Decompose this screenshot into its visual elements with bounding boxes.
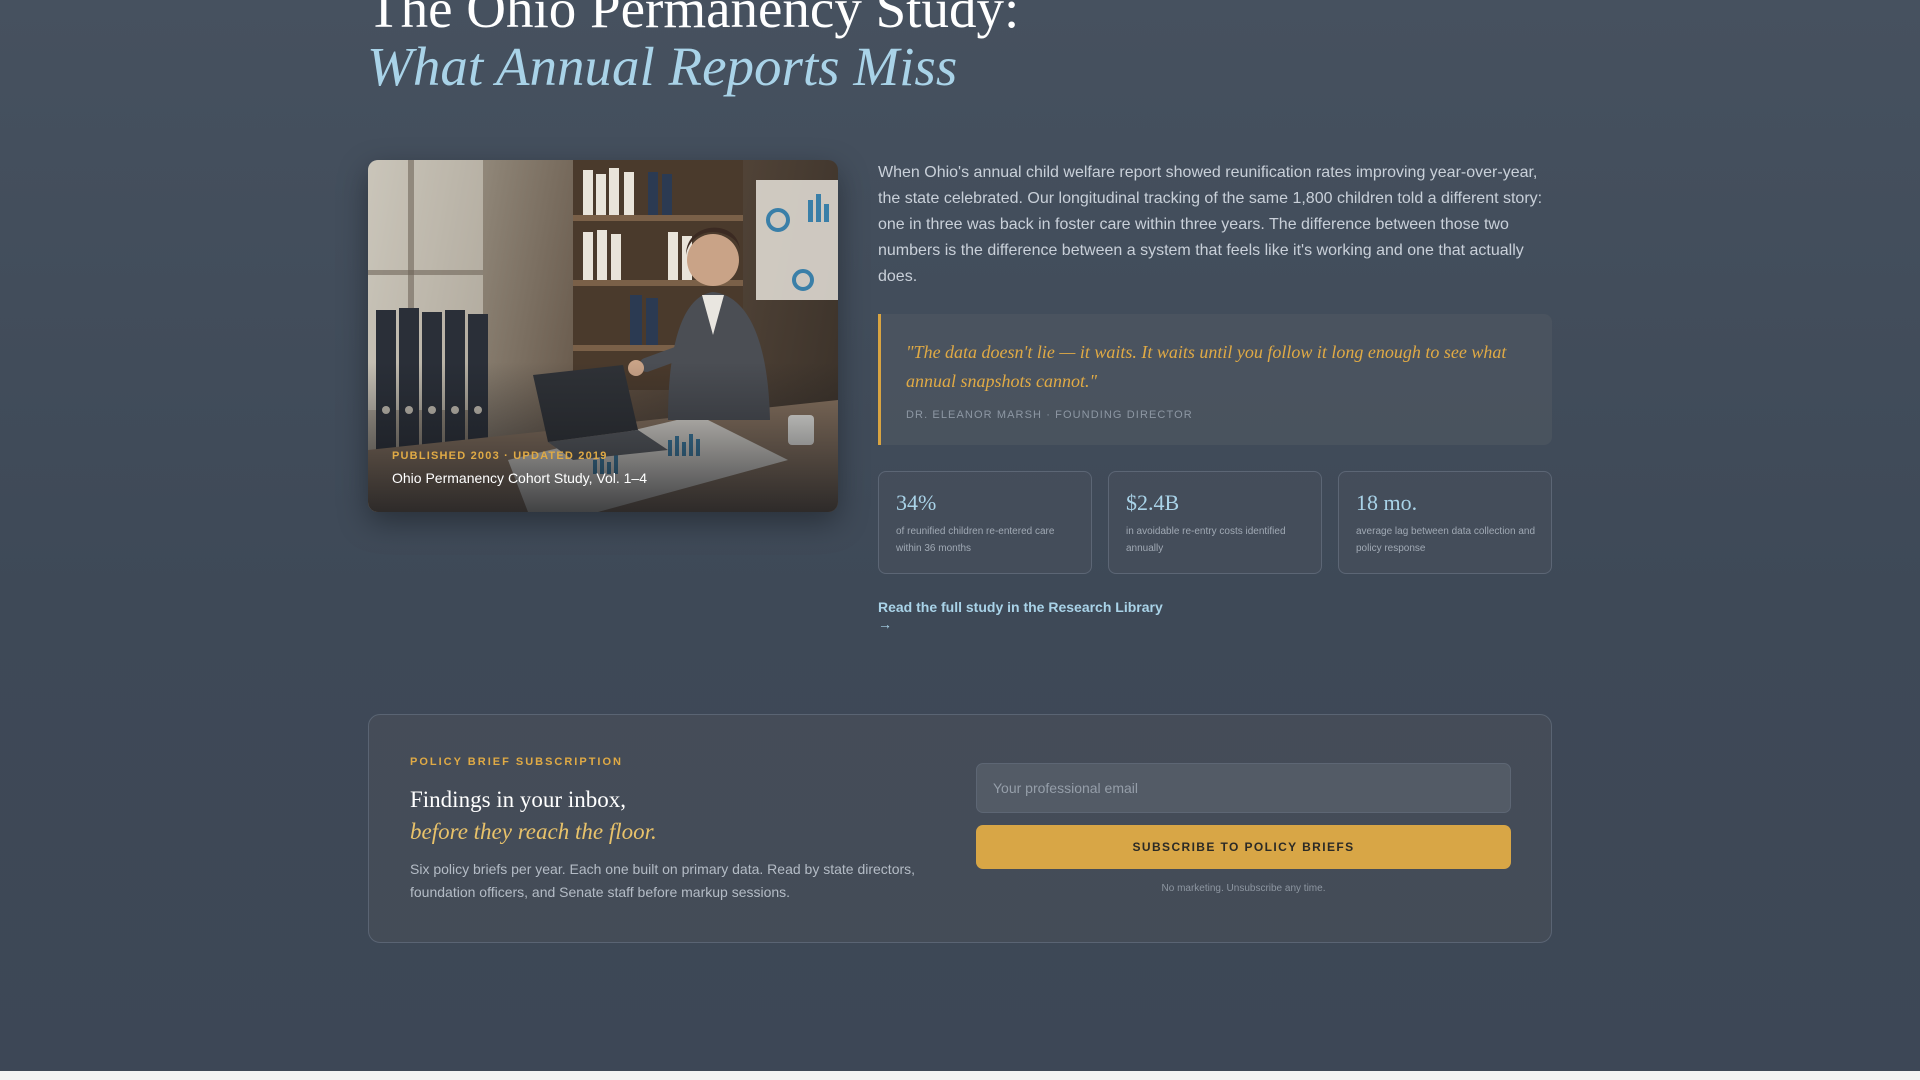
stat-label: in avoidable re-entry costs identified a…: [1126, 526, 1286, 554]
study-photo: PUBLISHED 2003 · UPDATED 2019 Ohio Perma…: [368, 160, 838, 512]
stat-value: 34%: [896, 490, 937, 515]
stat-label: of reunified children re-entered care wi…: [896, 526, 1055, 554]
subscription-description: Six policy briefs per year. Each one bui…: [410, 861, 916, 900]
stat-card-reentry-rate: 34% of reunified children re-entered car…: [878, 471, 1092, 574]
research-library-link[interactable]: Read the full study in the Research Libr…: [878, 599, 1163, 615]
stat-label: average lag between data collection and …: [1356, 526, 1536, 554]
arrow-right-icon[interactable]: →: [878, 616, 892, 632]
page-subtitle: What Annual Reports Miss: [367, 36, 958, 97]
subscribe-button[interactable]: SUBSCRIBE TO POLICY BRIEFS: [976, 825, 1511, 869]
quote-text: "The data doesn't lie — it waits. It wai…: [906, 342, 1507, 391]
subscription-card: POLICY BRIEF SUBSCRIPTION Findings in yo…: [368, 714, 1552, 943]
pull-quote: "The data doesn't lie — it waits. It wai…: [878, 314, 1552, 445]
stat-card-reentry-costs: $2.4B in avoidable re-entry costs identi…: [1108, 471, 1322, 574]
quote-attribution: DR. ELEANOR MARSH · FOUNDING DIRECTOR: [906, 409, 1193, 421]
stat-card-policy-lag: 18 mo. average lag between data collecti…: [1338, 471, 1552, 574]
intro-paragraph: When Ohio's annual child welfare report …: [878, 164, 1543, 285]
subscription-note: No marketing. Unsubscribe any time.: [1161, 883, 1326, 894]
image-gradient-overlay: [368, 362, 838, 512]
subscription-eyebrow: POLICY BRIEF SUBSCRIPTION: [410, 756, 623, 768]
image-publication-meta: PUBLISHED 2003 · UPDATED 2019: [392, 450, 608, 462]
page-bottom-edge: [0, 1071, 1920, 1080]
subscription-heading: Findings in your inbox,: [410, 787, 626, 812]
stat-value: $2.4B: [1126, 490, 1180, 515]
stat-value: 18 mo.: [1356, 490, 1418, 515]
image-caption: Ohio Permanency Cohort Study, Vol. 1–4: [392, 470, 647, 486]
subscription-heading-italic: before they reach the floor.: [410, 819, 657, 844]
email-field[interactable]: [976, 763, 1511, 813]
page-title: The Ohio Permanency Study:: [367, 0, 1020, 39]
